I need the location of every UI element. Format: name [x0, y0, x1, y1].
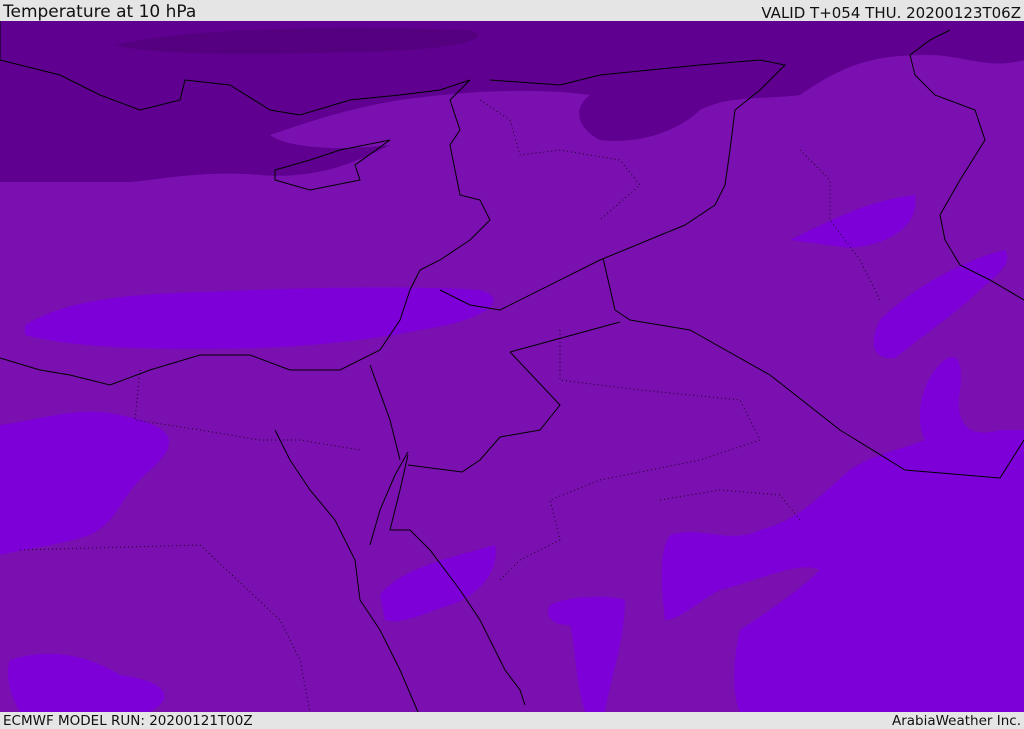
header-bar: Temperature at 10 hPa VALID T+054 THU. 2…	[0, 0, 1024, 21]
brand-credit: ArabiaWeather Inc.	[891, 713, 1021, 729]
map-title: Temperature at 10 hPa	[3, 2, 197, 22]
model-run: ECMWF MODEL RUN: 20200121T00Z	[3, 713, 253, 729]
footer-bar: ECMWF MODEL RUN: 20200121T00Z ArabiaWeat…	[0, 712, 1024, 729]
temperature-map	[0, 21, 1024, 712]
valid-time: VALID T+054 THU. 20200123T06Z	[761, 4, 1021, 22]
